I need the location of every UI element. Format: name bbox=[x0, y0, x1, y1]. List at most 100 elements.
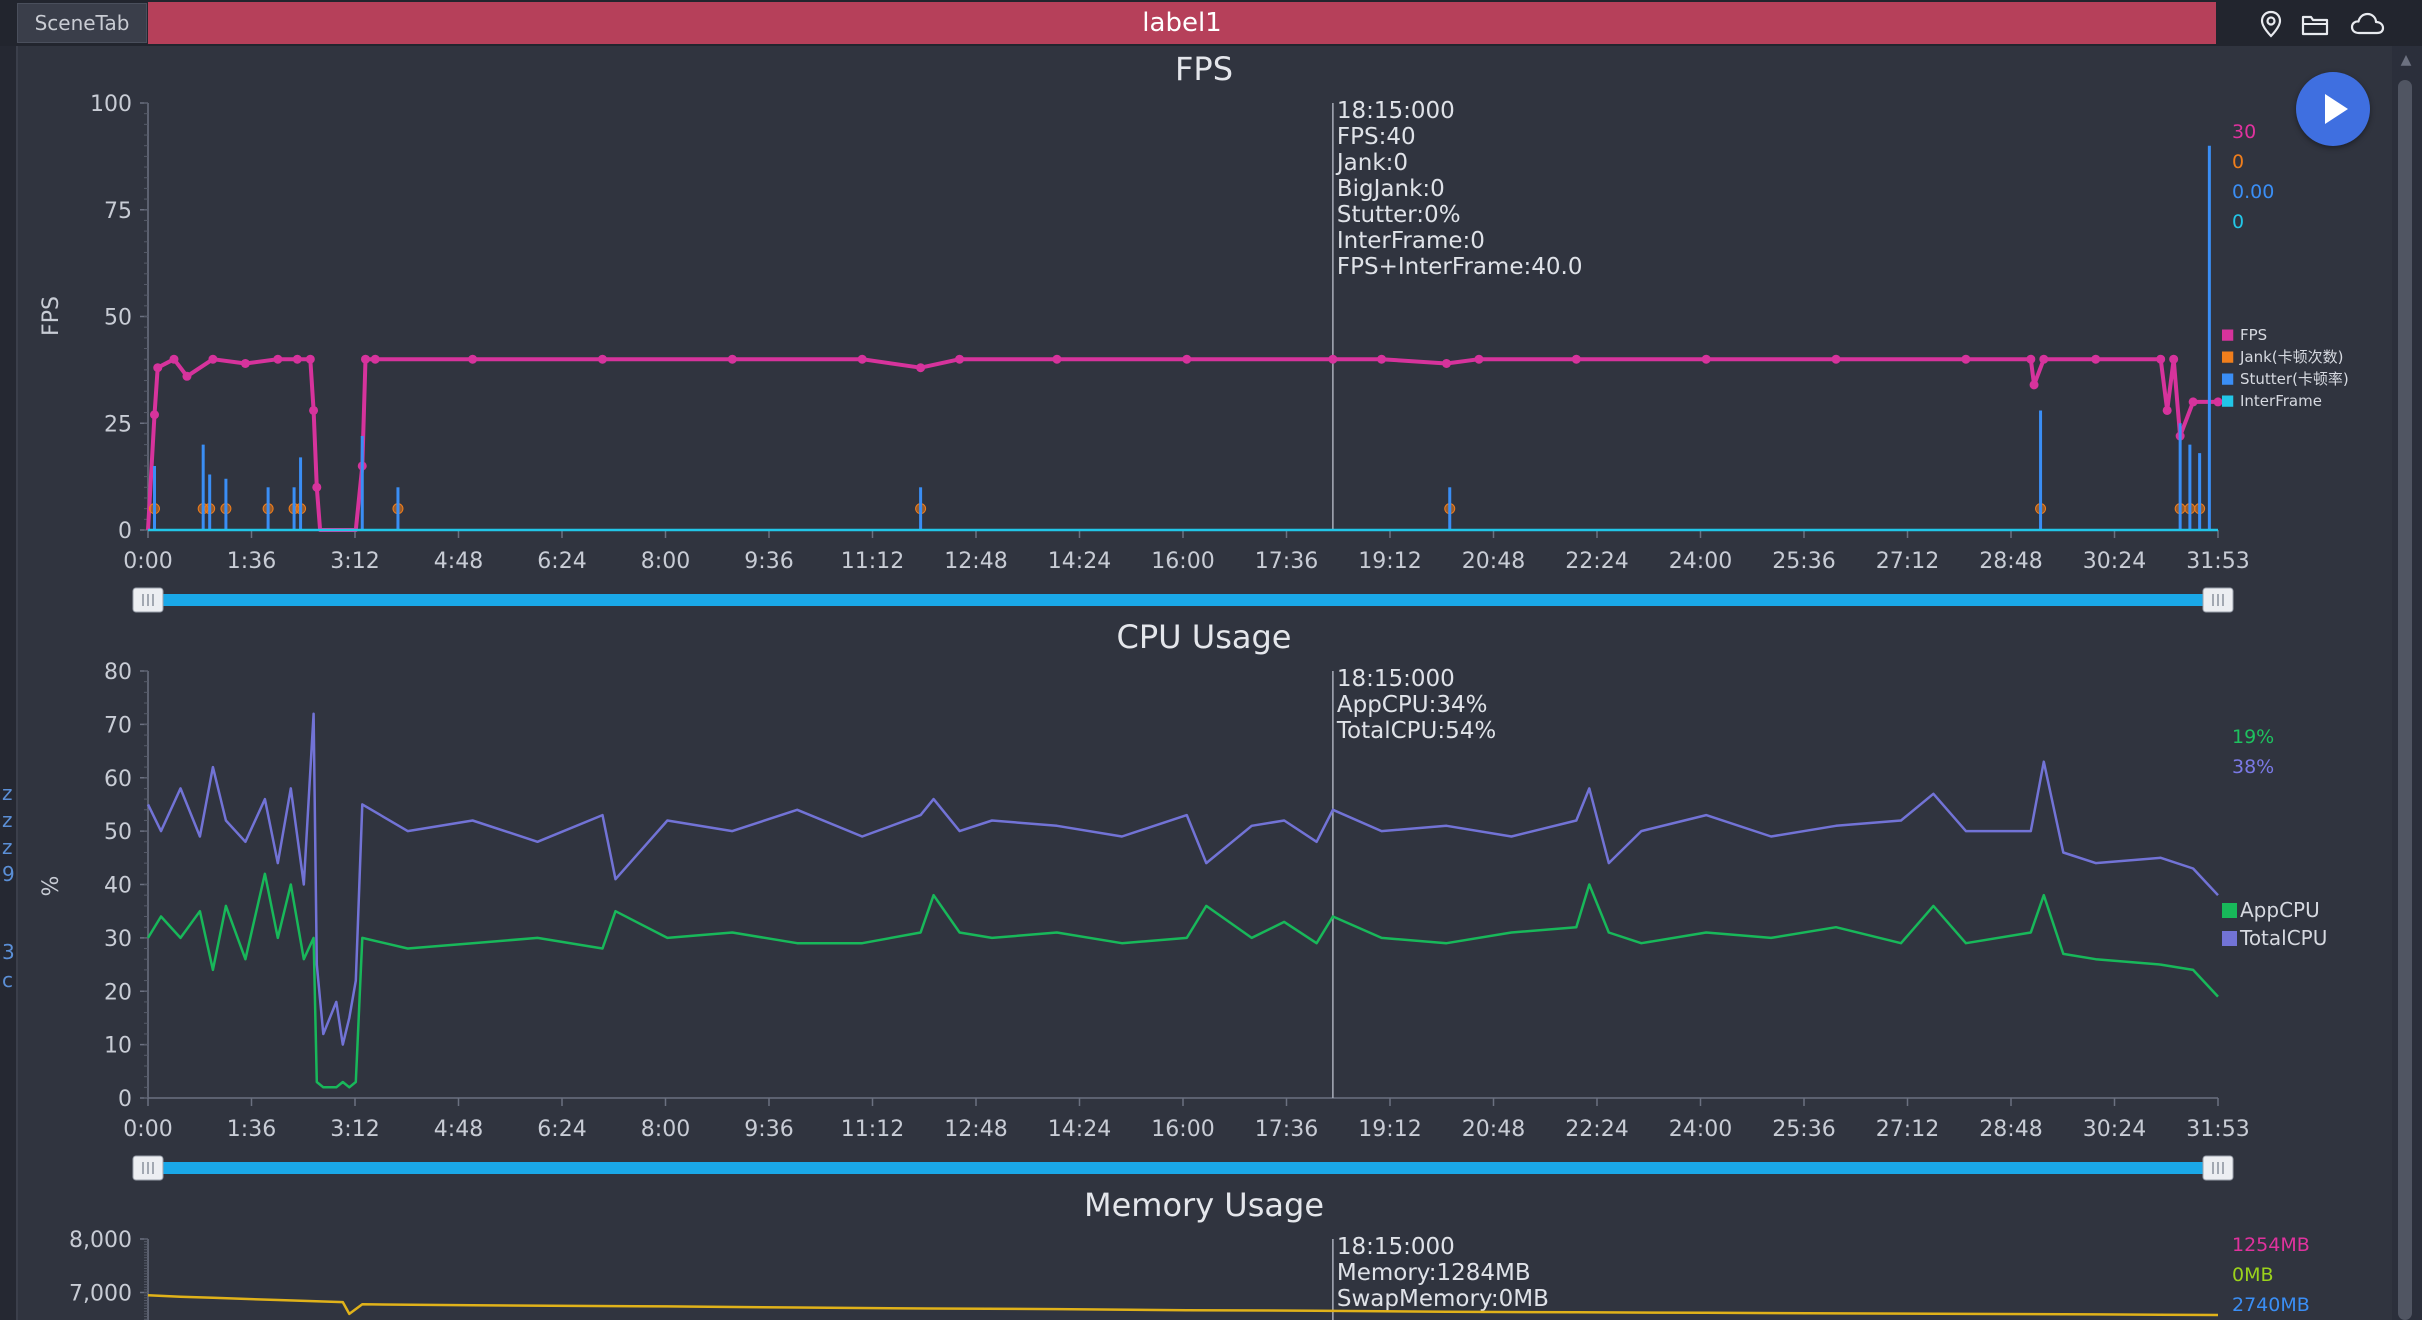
x-tick-label: 6:24 bbox=[537, 1117, 586, 1142]
fps-point bbox=[955, 354, 965, 364]
x-tick-label: 22:24 bbox=[1565, 549, 1628, 574]
y-tick-label: 50 bbox=[104, 306, 132, 331]
fps-point bbox=[1831, 354, 1841, 364]
fps-point bbox=[2162, 405, 2172, 415]
x-tick-label: 1:36 bbox=[227, 549, 276, 574]
y-tick-label: 8,000 bbox=[69, 1228, 132, 1253]
fps-point bbox=[370, 354, 380, 364]
legend-label: InterFrame bbox=[2240, 392, 2322, 410]
x-tick-label: 24:00 bbox=[1669, 549, 1732, 574]
y-axis-label: FPS bbox=[39, 296, 64, 336]
legend-label: Stutter(卡顿率) bbox=[2240, 370, 2349, 388]
y-tick-label: 60 bbox=[104, 767, 132, 792]
legend-label: AppCPU bbox=[2240, 898, 2320, 922]
legend-swatch bbox=[2222, 395, 2234, 407]
current-value: 0.00 bbox=[2232, 181, 2274, 203]
fps-point bbox=[240, 358, 250, 368]
y-tick-label: 0 bbox=[118, 1087, 132, 1112]
current-value: 38% bbox=[2232, 756, 2274, 778]
cursor-tooltip-line: FPS:40 bbox=[1337, 124, 1416, 150]
y-tick-label: 10 bbox=[104, 1034, 132, 1059]
range-slider-track[interactable] bbox=[148, 594, 2218, 606]
x-tick-label: 31:53 bbox=[2186, 1117, 2249, 1142]
fps-point bbox=[2169, 354, 2179, 364]
chart-title: Memory Usage bbox=[1084, 1186, 1324, 1224]
fps-point bbox=[1961, 354, 1971, 364]
y-tick-label: 80 bbox=[104, 660, 132, 685]
x-tick-label: 20:48 bbox=[1462, 549, 1525, 574]
cursor-tooltip-line: Stutter:0% bbox=[1337, 202, 1461, 228]
legend-swatch bbox=[2222, 373, 2234, 385]
fps-point bbox=[916, 363, 926, 373]
y-tick-label: 100 bbox=[90, 92, 132, 117]
cursor-tooltip-line: 18:15:000 bbox=[1337, 666, 1455, 692]
x-tick-label: 17:36 bbox=[1255, 1117, 1318, 1142]
x-tick-label: 27:12 bbox=[1876, 1117, 1939, 1142]
cursor-tooltip-line: Jank:0 bbox=[1335, 150, 1408, 176]
y-tick-label: 40 bbox=[104, 874, 132, 899]
cursor-tooltip-line: TotalCPU:54% bbox=[1336, 718, 1496, 744]
fps-point bbox=[1701, 354, 1711, 364]
x-tick-label: 3:12 bbox=[330, 549, 379, 574]
y-tick-label: 30 bbox=[104, 927, 132, 952]
x-tick-label: 4:48 bbox=[434, 549, 483, 574]
fps-point bbox=[360, 354, 370, 364]
fps-point bbox=[1052, 354, 1062, 364]
x-tick-label: 16:00 bbox=[1151, 549, 1214, 574]
fps-point bbox=[273, 354, 283, 364]
cursor-tooltip-line: 18:15:000 bbox=[1337, 1234, 1455, 1260]
x-tick-label: 19:12 bbox=[1358, 549, 1421, 574]
y-tick-label: 50 bbox=[104, 820, 132, 845]
fps-point bbox=[149, 410, 159, 420]
x-tick-label: 22:24 bbox=[1565, 1117, 1628, 1142]
fps-point bbox=[305, 354, 315, 364]
fps-point bbox=[2156, 354, 2166, 364]
x-tick-label: 1:36 bbox=[227, 1117, 276, 1142]
x-tick-label: 12:48 bbox=[944, 1117, 1007, 1142]
x-tick-label: 20:48 bbox=[1462, 1117, 1525, 1142]
legend-label: TotalCPU bbox=[2239, 926, 2327, 950]
x-tick-label: 12:48 bbox=[944, 549, 1007, 574]
x-tick-label: 0:00 bbox=[123, 1117, 172, 1142]
chart-title: FPS bbox=[1175, 50, 1233, 88]
fps-point bbox=[468, 354, 478, 364]
x-tick-label: 24:00 bbox=[1669, 1117, 1732, 1142]
cursor-tooltip-line: 18:15:000 bbox=[1337, 98, 1455, 124]
y-tick-label: 75 bbox=[104, 199, 132, 224]
legend-label: Jank(卡顿次数) bbox=[2239, 348, 2344, 366]
x-tick-label: 31:53 bbox=[2186, 549, 2249, 574]
fps-point bbox=[2026, 354, 2036, 364]
x-tick-label: 30:24 bbox=[2083, 1117, 2146, 1142]
scrollbar-thumb[interactable] bbox=[2398, 80, 2412, 1320]
legend-swatch bbox=[2222, 931, 2237, 946]
legend-swatch bbox=[2222, 351, 2234, 363]
fps-point bbox=[857, 354, 867, 364]
series-line-1 bbox=[147, 1293, 2219, 1317]
cursor-tooltip-line: Memory:1284MB bbox=[1337, 1260, 1531, 1286]
fps-point bbox=[169, 354, 179, 364]
x-tick-label: 11:12 bbox=[841, 549, 904, 574]
x-tick-label: 11:12 bbox=[841, 1117, 904, 1142]
cursor-tooltip-line: SwapMemory:0MB bbox=[1337, 1286, 1549, 1312]
fps-point bbox=[312, 482, 322, 492]
series-line-1 bbox=[146, 872, 2219, 1089]
x-tick-label: 25:36 bbox=[1772, 1117, 1835, 1142]
fps-point bbox=[1571, 354, 1581, 364]
charts-canvas: FPSFPS10075502500:00 1:36 3:12 4:48 6:24 8:00… bbox=[39, 50, 2349, 1320]
fps-point bbox=[1474, 354, 1484, 364]
range-slider-track[interactable] bbox=[148, 1162, 2218, 1174]
play-button[interactable] bbox=[2296, 72, 2370, 146]
y-axis-label: % bbox=[39, 876, 64, 897]
x-tick-label: 30:24 bbox=[2083, 549, 2146, 574]
x-tick-label: 17:36 bbox=[1255, 549, 1318, 574]
x-tick-label: 14:24 bbox=[1048, 1117, 1111, 1142]
fps-point bbox=[727, 354, 737, 364]
current-value: 30 bbox=[2232, 121, 2256, 143]
current-value: 2740MB bbox=[2232, 1294, 2310, 1316]
legend-label: FPS bbox=[2240, 326, 2267, 344]
current-value: 19% bbox=[2232, 726, 2274, 748]
scroll-up-arrow-icon[interactable]: ▲ bbox=[2396, 52, 2416, 72]
x-tick-label: 3:12 bbox=[330, 1117, 379, 1142]
fps-point bbox=[2029, 380, 2039, 390]
cursor-tooltip-line: AppCPU:34% bbox=[1337, 692, 1488, 718]
